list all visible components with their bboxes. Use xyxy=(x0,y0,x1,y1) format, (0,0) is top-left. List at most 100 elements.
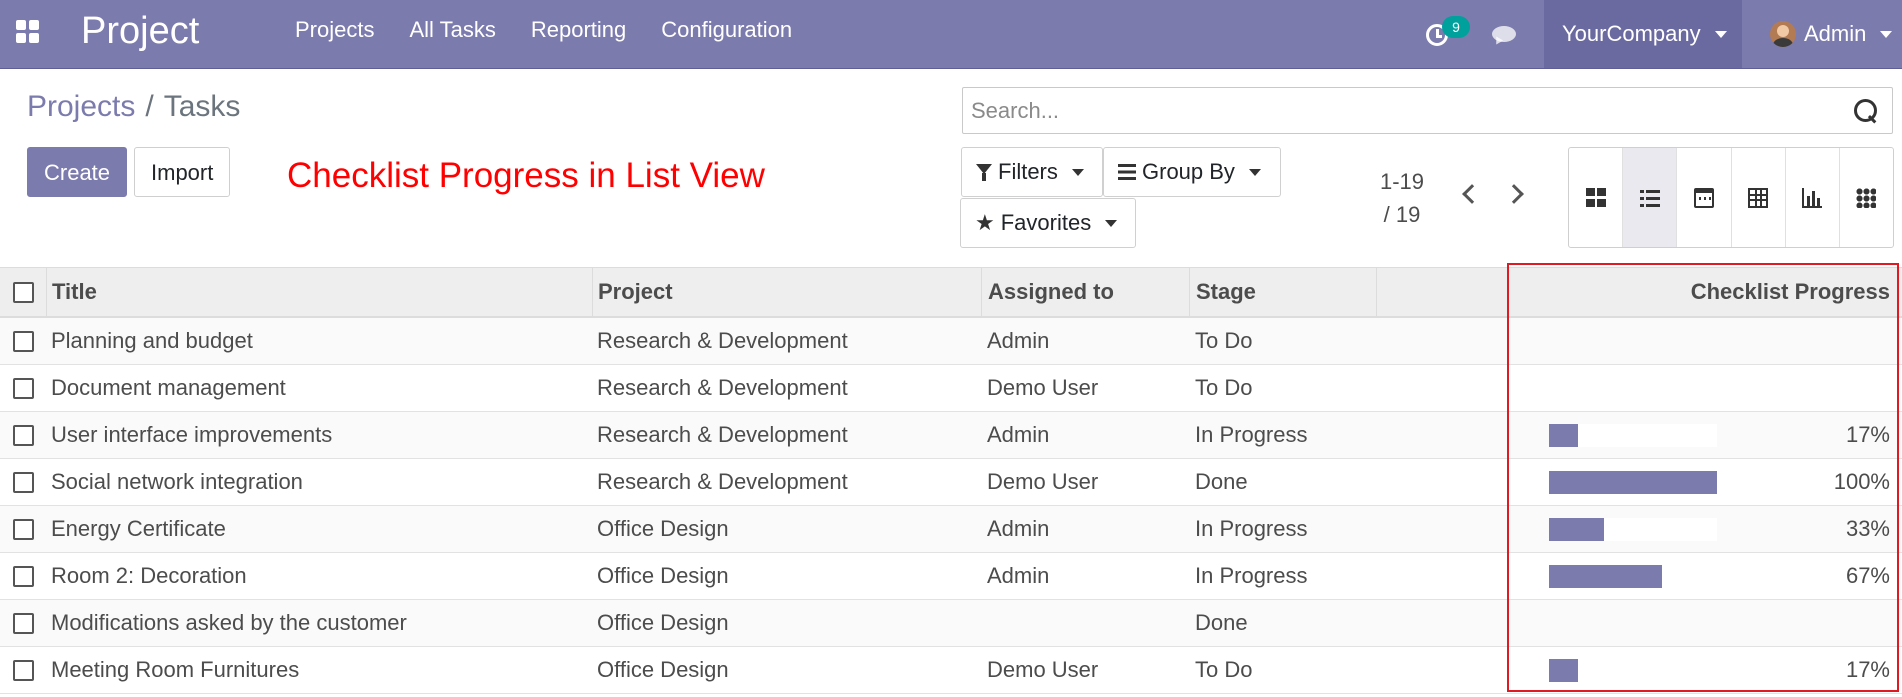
view-calendar-button[interactable] xyxy=(1677,148,1732,247)
task-assigned: Admin xyxy=(987,422,1050,447)
column-header-stage[interactable]: Stage xyxy=(1189,268,1376,316)
row-spacer xyxy=(1376,647,1508,693)
favorites-label: Favorites xyxy=(1000,210,1092,235)
table-row[interactable]: Room 2: Decoration Office Design Admin In P… xyxy=(0,553,1902,600)
list-icon xyxy=(1639,187,1660,208)
task-assigned xyxy=(981,600,1189,646)
group-by-button[interactable]: Group By xyxy=(1103,147,1281,197)
column-header-checklist-progress[interactable]: Checklist Progress xyxy=(1508,268,1902,316)
import-button[interactable]: Import xyxy=(134,147,231,197)
checklist-progress-cell: 17% xyxy=(1508,412,1902,458)
annotation-label: Checklist Progress in List View xyxy=(287,156,765,195)
task-stage: In Progress xyxy=(1195,422,1308,447)
task-assigned: Admin xyxy=(987,328,1050,353)
table-row[interactable]: Planning and budget Research & Developmen… xyxy=(0,318,1902,365)
select-all-checkbox[interactable] xyxy=(12,281,34,303)
task-assigned: Demo User xyxy=(987,657,1099,682)
favorites-button[interactable]: ★ Favorites xyxy=(960,198,1136,248)
row-checkbox[interactable] xyxy=(12,565,34,587)
progress-bar-fill xyxy=(1549,659,1578,682)
task-project: Office Design xyxy=(597,516,729,541)
company-name: YourCompany xyxy=(1562,21,1701,46)
main-navbar: Project Projects All Tasks Reporting Con… xyxy=(0,0,1902,69)
task-title: Room 2: Decoration xyxy=(51,563,247,588)
select-all-cell xyxy=(0,268,46,316)
checklist-progress-cell: 100% xyxy=(1508,459,1902,505)
menu-item-all-tasks[interactable]: All Tasks xyxy=(409,17,495,43)
activity-count-badge: 9 xyxy=(1442,16,1470,38)
chat-icon[interactable] xyxy=(1490,19,1520,49)
menu-item-projects[interactable]: Projects xyxy=(295,17,374,43)
table-row[interactable]: Energy Certificate Office Design Admin In P… xyxy=(0,506,1902,553)
grid-icon xyxy=(1856,187,1877,208)
menu-item-reporting[interactable]: Reporting xyxy=(531,17,626,43)
row-checkbox[interactable] xyxy=(12,471,34,493)
table-row[interactable]: Meeting Room Furnitures Office Design Demo… xyxy=(0,647,1902,694)
progress-bar-fill xyxy=(1549,518,1605,541)
progress-bar-fill xyxy=(1549,471,1717,494)
progress-percent: 17% xyxy=(1845,657,1890,682)
breadcrumb-projects[interactable]: Projects xyxy=(27,90,135,123)
company-switcher[interactable]: YourCompany xyxy=(1544,0,1742,68)
column-header-title[interactable]: Title xyxy=(46,268,592,316)
search-icon[interactable] xyxy=(1854,99,1878,123)
menu-item-configuration[interactable]: Configuration xyxy=(661,17,792,43)
row-select-cell xyxy=(0,553,46,599)
search-input[interactable] xyxy=(971,88,1831,133)
column-header-project[interactable]: Project xyxy=(592,268,981,316)
view-switcher xyxy=(1568,147,1894,248)
row-spacer xyxy=(1376,506,1508,552)
task-project: Office Design xyxy=(597,610,729,635)
table-row[interactable]: Modifications asked by the customer Offic… xyxy=(0,600,1902,647)
row-spacer xyxy=(1376,365,1508,411)
task-title: Document management xyxy=(51,375,286,400)
progress-bar xyxy=(1549,424,1717,447)
view-graph-button[interactable] xyxy=(1786,148,1840,247)
row-checkbox[interactable] xyxy=(12,659,34,681)
task-title: Energy Certificate xyxy=(51,516,226,541)
chevron-right-icon[interactable] xyxy=(1505,180,1525,210)
table-row[interactable]: Social network integration Research & Dev… xyxy=(0,459,1902,506)
apps-menu-icon[interactable] xyxy=(14,18,40,44)
caret-down-icon xyxy=(1714,30,1727,38)
row-checkbox[interactable] xyxy=(12,424,34,446)
row-select-cell xyxy=(0,600,46,646)
pager: 1-19 / 19 xyxy=(1380,165,1424,231)
progress-bar-fill xyxy=(1549,565,1662,588)
progress-bar xyxy=(1549,518,1717,541)
view-kanban-button[interactable] xyxy=(1569,148,1624,247)
task-title: Meeting Room Furnitures xyxy=(51,657,300,682)
search-bar xyxy=(962,87,1893,134)
progress-bar-fill xyxy=(1549,424,1578,447)
row-checkbox[interactable] xyxy=(12,330,34,352)
task-stage: Done xyxy=(1195,469,1248,494)
activity-button[interactable]: 9 xyxy=(1424,16,1470,49)
create-button[interactable]: Create xyxy=(27,147,128,197)
column-header-assigned[interactable]: Assigned to xyxy=(981,268,1189,316)
table-row[interactable]: Document management Research & Developmen… xyxy=(0,365,1902,412)
view-pivot-button[interactable] xyxy=(1732,148,1786,247)
table-row[interactable]: User interface improvements Research & De… xyxy=(0,412,1902,459)
task-assigned: Admin xyxy=(987,563,1050,588)
filters-button[interactable]: Filters xyxy=(961,147,1103,197)
progress-percent: 17% xyxy=(1845,422,1890,447)
checklist-progress-cell xyxy=(1508,318,1902,364)
row-spacer xyxy=(1376,600,1508,646)
task-project: Office Design xyxy=(597,657,729,682)
column-header-spacer xyxy=(1376,268,1508,316)
row-checkbox[interactable] xyxy=(12,377,34,399)
chevron-left-icon[interactable] xyxy=(1460,180,1480,210)
task-project: Research & Development xyxy=(597,469,848,494)
app-brand: Project xyxy=(81,10,200,52)
view-grid-button[interactable] xyxy=(1840,148,1893,247)
task-project: Research & Development xyxy=(597,375,848,400)
task-project: Research & Development xyxy=(597,328,848,353)
row-checkbox[interactable] xyxy=(12,518,34,540)
pivot-icon xyxy=(1748,187,1769,208)
user-menu[interactable]: Admin xyxy=(1742,0,1902,68)
user-name: Admin xyxy=(1804,21,1867,46)
pager-range[interactable]: 1-19 xyxy=(1380,165,1424,198)
task-stage: To Do xyxy=(1195,657,1253,682)
row-checkbox[interactable] xyxy=(12,612,34,634)
view-list-button[interactable] xyxy=(1623,148,1678,247)
